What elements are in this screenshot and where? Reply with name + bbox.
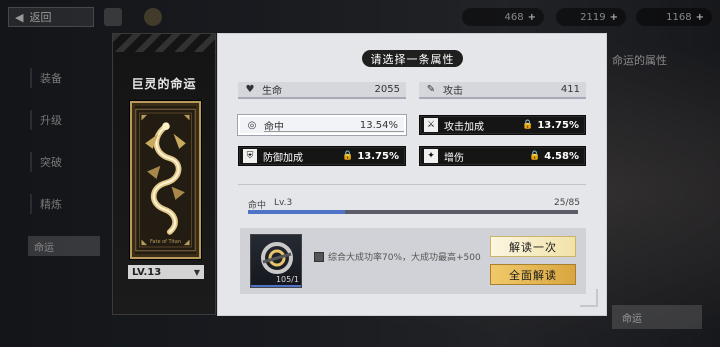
item-count: 105/1 <box>275 275 299 284</box>
progress-bar <box>248 210 578 214</box>
back-arrow-icon: ◀ <box>15 10 24 24</box>
home-icon[interactable] <box>104 8 122 26</box>
dropdown-triangle-icon: ▼ <box>193 267 200 277</box>
item-underline <box>251 285 301 287</box>
card-level: LV.13 <box>132 266 162 278</box>
gear-icon[interactable] <box>144 8 162 26</box>
card-name: 巨灵的命运 <box>131 77 197 91</box>
stat-option-attack-boost[interactable]: ⚔ 攻击加成 🔒 13.75% <box>419 115 586 135</box>
side-menu-item[interactable]: 装备 <box>30 68 100 88</box>
select-attribute-dialog: 请选择一条属性 ♥ 生命 2055 ✎ 攻击 411 ◎ 命中 13.54% ⚔… <box>218 34 606 315</box>
resource-1-value: 468 <box>504 11 524 23</box>
stat-value: 411 <box>560 84 580 95</box>
lock-icon: 🔒 <box>342 151 354 161</box>
corner-decoration <box>580 289 598 307</box>
stat-value: 4.58% <box>544 150 579 162</box>
stat-option-hit-selected[interactable]: ◎ 命中 13.54% <box>238 115 406 135</box>
stat-label: 防御加成 <box>263 152 303 164</box>
defense-boost-icon: ⛨ <box>243 149 257 163</box>
interpret-panel: 105/1 综合大成功率70%，大成功最高+500 解读一次 全面解读 <box>240 228 586 294</box>
stat-label: 生命 <box>262 86 282 97</box>
success-rate-info: 综合大成功率70%，大成功最高+500 <box>328 253 481 263</box>
tarot-art <box>135 108 196 252</box>
side-menu-item[interactable]: 突破 <box>30 152 100 172</box>
resource-3[interactable]: 1168 + <box>636 8 712 26</box>
resource-1-plus-icon: + <box>527 11 536 23</box>
resource-2-value: 2119 <box>580 11 606 23</box>
decorative-stripes <box>113 34 215 52</box>
back-button[interactable]: ◀ 返回 <box>8 7 94 27</box>
stat-value: 13.75% <box>357 150 399 162</box>
resource-2-plus-icon: + <box>609 11 618 23</box>
progress-count: 25/85 <box>554 198 580 208</box>
damage-boost-icon: ✦ <box>424 149 438 163</box>
lock-icon: 🔒 <box>529 151 541 161</box>
stat-option-attack[interactable]: ✎ 攻击 411 <box>419 82 586 99</box>
stat-option-hp[interactable]: ♥ 生命 2055 <box>238 82 406 99</box>
stat-option-damage-boost[interactable]: ✦ 增伤 🔒 4.58% <box>419 146 586 166</box>
stat-label: 增伤 <box>444 152 464 164</box>
resource-3-plus-icon: + <box>695 11 704 23</box>
read-once-button[interactable]: 解读一次 <box>490 236 576 257</box>
card-panel: 巨灵的命运 Fate of Titan LV.13 ▼ <box>112 33 216 315</box>
dialog-title: 请选择一条属性 <box>362 50 463 67</box>
right-panel-title: 命运的属性 <box>612 54 667 67</box>
checkbox[interactable] <box>314 252 324 262</box>
divider <box>238 184 586 185</box>
tarot-card-image: Fate of Titan <box>130 101 201 259</box>
ring-token-icon <box>261 242 293 274</box>
attack-boost-icon: ⚔ <box>424 118 438 132</box>
stat-value: 2055 <box>374 84 400 95</box>
progress-fill <box>248 210 346 214</box>
side-tab-active[interactable]: 命运 <box>28 236 100 256</box>
read-all-button[interactable]: 全面解读 <box>490 264 576 285</box>
item-slot[interactable]: 105/1 <box>250 234 302 288</box>
right-panel-button[interactable]: 命运 <box>612 305 702 329</box>
lock-icon: 🔒 <box>522 120 534 130</box>
side-menu-item[interactable]: 精炼 <box>30 194 100 214</box>
stat-option-defense-boost[interactable]: ⛨ 防御加成 🔒 13.75% <box>238 146 406 166</box>
resource-3-value: 1168 <box>666 11 692 23</box>
sword-icon: ✎ <box>426 84 436 95</box>
underline <box>264 131 404 132</box>
stat-label: 攻击 <box>443 86 463 97</box>
resource-1[interactable]: 468 + <box>462 8 544 26</box>
stat-value: 13.54% <box>359 119 398 131</box>
back-label: 返回 <box>29 11 52 24</box>
stat-label: 攻击加成 <box>444 121 484 133</box>
side-menu-item[interactable]: 升级 <box>30 110 100 130</box>
level-bar[interactable]: LV.13 ▼ <box>128 265 204 279</box>
top-bar: ◀ 返回 468 + 2119 + 1168 + <box>0 0 720 34</box>
target-icon: ◎ <box>247 119 257 131</box>
heart-icon: ♥ <box>245 84 255 95</box>
progress-level: Lv.3 <box>274 198 293 208</box>
stat-value: 13.75% <box>537 119 579 131</box>
card-caption: Fate of Titan <box>150 239 181 245</box>
resource-2[interactable]: 2119 + <box>556 8 626 26</box>
